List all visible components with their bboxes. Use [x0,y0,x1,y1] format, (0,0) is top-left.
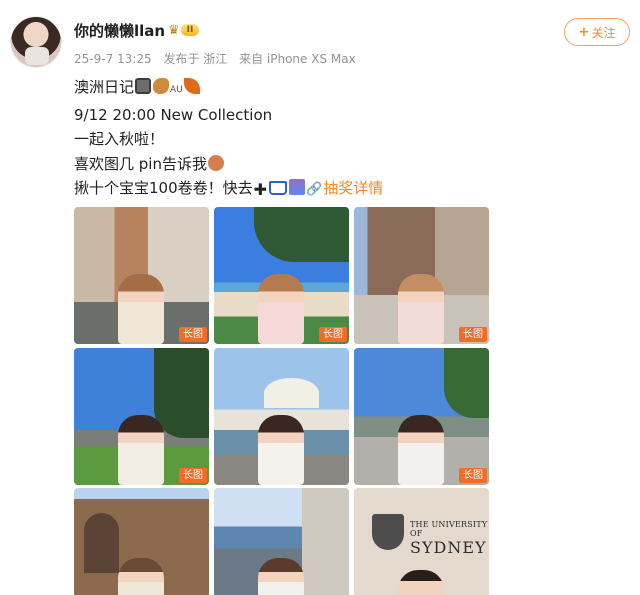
notebook-emoji-icon [135,78,152,94]
plus-icon: + [578,24,590,40]
university-sign: THE UNIVERSITY OF SYDNEY [410,520,489,557]
follow-button[interactable]: + 关注 [564,18,630,46]
image-thumb-7[interactable] [74,488,209,595]
person-figure [258,415,304,485]
image-thumb-8[interactable] [214,488,349,595]
au-label: AU [170,85,183,95]
person-figure [258,558,304,595]
image-thumb-6[interactable]: 长图 [354,348,489,485]
person-figure [398,274,444,344]
university-crest [372,514,404,550]
diary-title: 澳洲日记 [74,78,135,96]
long-image-badge: 长图 [319,327,347,342]
long-image-badge: 长图 [459,327,487,342]
lottery-link-label: 抽奖详情 [323,179,384,197]
text-line-4: 喜欢图几 pin告诉我 [74,152,614,177]
post-header: 你的懒懒llan ♛ II 25-9-7 13:25 发布于 浙江 来自 iPh… [0,0,640,75]
post-device[interactable]: 来自 iPhone XS Max [239,52,356,66]
cart-emoji-icon [269,181,288,195]
giveaway-text: 揪十个宝宝100卷卷！快去 [74,179,253,197]
pin-text: 喜欢图几 pin告诉我 [74,154,207,173]
post-location: 发布于 浙江 [163,52,228,66]
university-sign-line-1: THE UNIVERSITY OF [410,520,488,538]
vip-level: II [180,24,200,36]
avatar[interactable] [10,16,62,68]
image-thumb-2[interactable]: 长图 [214,207,349,344]
vip-badge[interactable]: ♛ II [168,21,206,39]
kangaroo-emoji-icon [153,78,170,94]
image-thumb-3[interactable]: 长图 [354,207,489,344]
lottery-link[interactable]: 🔗抽奖详情 [306,179,383,197]
person-figure [398,415,444,485]
post-text: 澳洲日记 AU 9/12 20:00 New Collection 一起入秋啦！ … [74,75,614,203]
image-thumb-9[interactable]: THE UNIVERSITY OF SYDNEY [354,488,489,595]
text-line-1: 澳洲日记 AU [74,75,614,103]
post-meta: 25-9-7 13:25 发布于 浙江 来自 iPhone XS Max [74,50,364,67]
follow-label: 关注 [591,25,616,40]
username[interactable]: 你的懒懒llan [74,20,165,41]
text-line-5: 揪十个宝宝100卷卷！快去✚ 🔗抽奖详情 [74,176,614,203]
text-line-3: 一起入秋啦！ [74,130,165,148]
maple-leaf-emoji-icon [183,78,200,94]
long-image-badge: 长图 [179,327,207,342]
long-image-badge: 长图 [179,468,207,483]
person-figure [258,274,304,344]
image-thumb-1[interactable]: 长图 [74,207,209,344]
university-sign-line-2: SYDNEY [410,538,487,557]
person-figure [118,274,164,344]
link-icon: 🔗 [306,182,323,197]
image-thumb-4[interactable]: 长图 [74,348,209,485]
bear-emoji-icon [207,154,224,171]
person-figure [118,415,164,485]
crown-icon: ♛ [168,22,180,38]
person-figure [118,558,164,595]
cross-emoji-icon: ✚ [253,180,268,199]
shopping-bag-emoji-icon [289,179,306,195]
post-date: 25-9-7 13:25 [74,52,152,66]
image-thumb-5[interactable] [214,348,349,485]
long-image-badge: 长图 [459,468,487,483]
text-line-2: 9/12 20:00 New Collection [74,105,273,124]
